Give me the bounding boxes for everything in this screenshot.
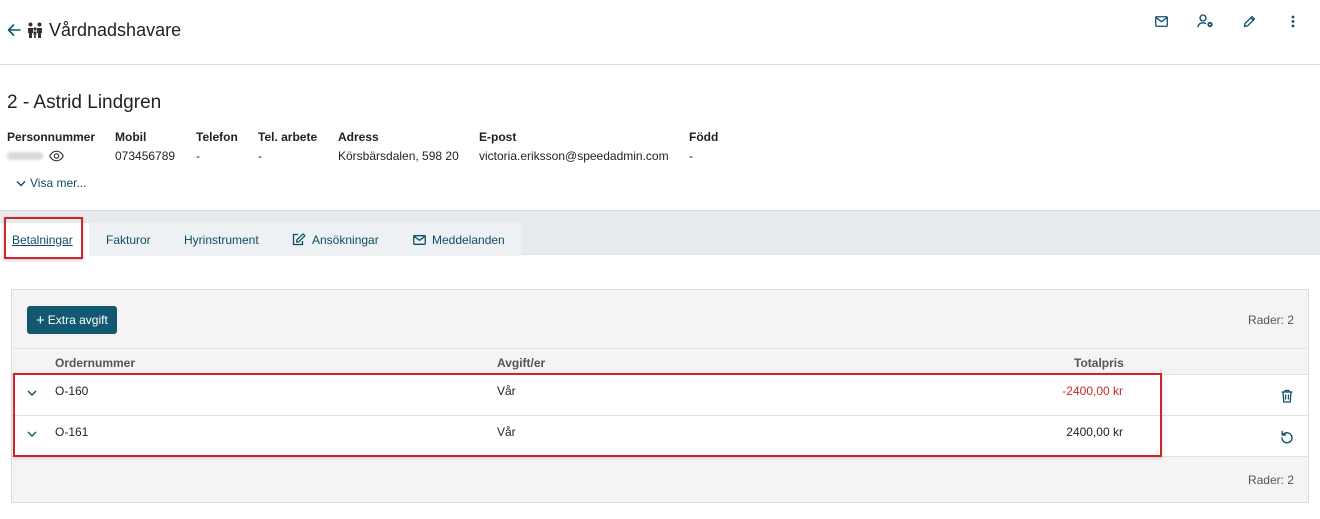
info-label: Född [689,130,719,144]
tab-betalningar[interactable]: Betalningar [0,223,89,256]
tab-label: Meddelanden [432,232,505,247]
table-row[interactable]: O-161 Vår 2400,00 kr [12,416,1308,457]
trash-icon[interactable] [1279,388,1295,404]
payments-table: Ordernummer Avgift/er Totalpris O-160 Vå… [12,348,1308,457]
add-extra-fee-label: Extra avgift [47,313,108,327]
column-header-ordernummer[interactable]: Ordernummer [55,356,135,370]
edit-document-icon [292,233,306,246]
table-header: Ordernummer Avgift/er Totalpris [12,349,1308,375]
info-label: Personnummer [7,130,96,144]
user-settings-button[interactable] [1190,12,1220,30]
tab-label: Hyrinstrument [184,232,259,247]
more-options-button[interactable] [1278,12,1308,30]
fee-name: Vår [497,384,516,398]
show-more-link[interactable]: Visa mer... [16,176,86,190]
info-tel-arbete: Tel. arbete - [258,130,338,164]
info-mobil: Mobil 073456789 [115,130,196,164]
table-row[interactable]: O-160 Vår -2400,00 kr [12,375,1308,416]
info-value: - [196,149,200,163]
chevron-down-icon [16,180,26,186]
tab-bar: Betalningar Fakturor Hyrinstrument Ansök… [0,210,1320,256]
info-value: victoria.eriksson@speedadmin.com [479,149,669,163]
person-name: 2 - Astrid Lindgren [7,92,162,113]
tab-meddelanden[interactable]: Meddelanden [396,223,521,256]
tab-hyrinstrument[interactable]: Hyrinstrument [168,223,275,256]
family-icon [28,22,42,38]
person-info: Personnummer Mobil 073456789 Telefon - T… [7,130,749,164]
masked-personnummer [7,152,43,160]
plus-icon: + [36,311,45,329]
tab-fakturor[interactable]: Fakturor [89,223,168,256]
order-number: O-160 [55,384,89,398]
tab-label: Ansökningar [312,232,379,247]
info-telefon: Telefon - [196,130,258,164]
column-header-avgift[interactable]: Avgift/er [497,356,545,370]
page-title: Vårdnadshavare [49,20,182,40]
payments-panel: + Extra avgift Rader: 2 Ordernummer Avgi… [11,289,1309,503]
info-label: Tel. arbete [258,130,318,144]
info-value: - [258,149,262,163]
tab-label: Fakturor [106,232,151,247]
info-adress: Adress Körsbärsdalen, 598 20 [338,130,479,164]
row-count-top: Rader: 2 [1247,313,1294,327]
info-value: 073456789 [115,149,176,163]
add-extra-fee-button[interactable]: + Extra avgift [27,306,117,334]
info-value: - [689,149,693,163]
tab-ansokningar[interactable]: Ansökningar [275,223,396,256]
order-number: O-161 [55,425,89,439]
more-vertical-icon [1291,15,1295,27]
chevron-down-icon[interactable] [26,428,38,440]
info-label: Mobil [115,130,147,144]
total-price: 2400,00 kr [1066,425,1123,439]
mail-icon [413,234,426,245]
eye-icon[interactable] [49,150,64,162]
pencil-icon [1243,15,1255,27]
info-label: Adress [338,130,379,144]
undo-icon[interactable] [1279,429,1295,445]
row-count-bottom: Rader: 2 [1247,473,1294,487]
info-label: E-post [479,130,517,144]
fee-name: Vår [497,425,516,439]
top-bar: Vårdnadshavare [0,0,1320,65]
info-label: Telefon [196,130,238,144]
user-settings-icon [1196,14,1213,28]
info-value [7,148,115,164]
info-fodd: Född - [689,130,749,164]
send-mail-button[interactable] [1146,12,1176,30]
column-header-totalpris[interactable]: Totalpris [1074,356,1124,370]
header-actions [1132,12,1308,30]
edit-button[interactable] [1234,12,1264,30]
mail-icon [1154,15,1168,27]
total-price: -2400,00 kr [1062,384,1123,398]
info-epost: E-post victoria.eriksson@speedadmin.com [479,130,689,164]
chevron-down-icon[interactable] [26,387,38,399]
tab-label: Betalningar [12,232,73,247]
tabs: Betalningar Fakturor Hyrinstrument Ansök… [0,223,521,256]
info-value: Körsbärsdalen, 598 20 [338,149,459,163]
show-more-label: Visa mer... [30,176,87,190]
arrow-left-icon[interactable] [6,22,22,38]
info-personnummer: Personnummer [7,130,115,164]
